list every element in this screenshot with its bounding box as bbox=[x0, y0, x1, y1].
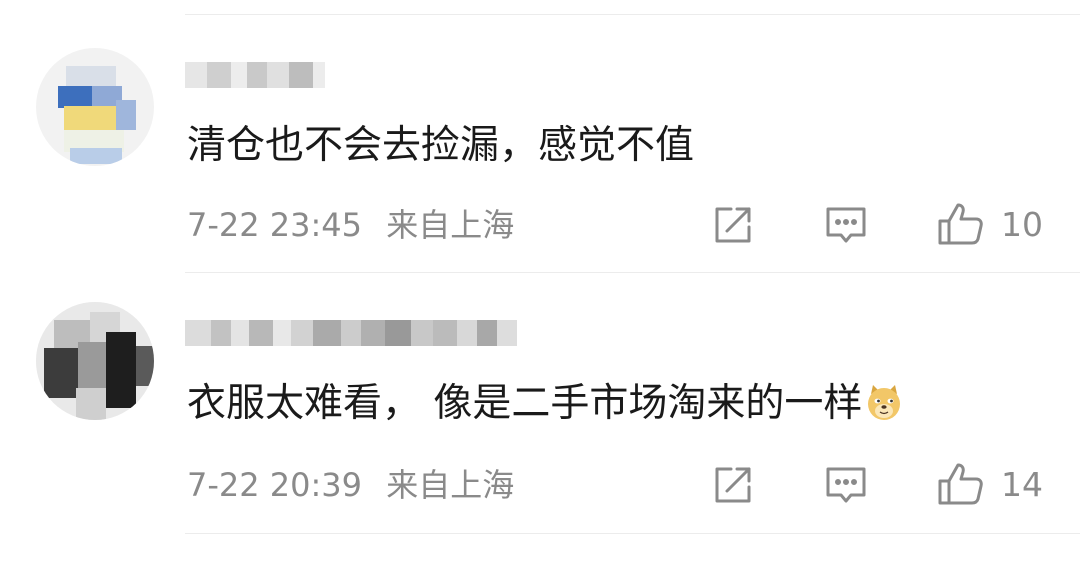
thumbs-up-icon[interactable] bbox=[936, 459, 984, 507]
reply-comment-icon[interactable] bbox=[822, 461, 870, 509]
divider bbox=[185, 533, 1080, 534]
avatar[interactable] bbox=[36, 302, 154, 420]
like-count: 14 bbox=[1001, 465, 1043, 504]
comment-meta: 7-22 20:39 来自上海 bbox=[187, 465, 514, 505]
comment-text-content: 衣服太难看， 像是二手市场淘来的一样 bbox=[187, 381, 863, 426]
comment-item: 衣服太难看， 像是二手市场淘来的一样 7-22 20:39 来自上海 14 bbox=[0, 0, 1080, 505]
comment-text: 衣服太难看， 像是二手市场淘来的一样 bbox=[187, 380, 904, 428]
share-icon[interactable] bbox=[709, 461, 757, 509]
doge-emoji-icon bbox=[864, 382, 904, 422]
divider bbox=[185, 272, 1080, 273]
comment-time: 7-22 20:39 bbox=[187, 466, 363, 504]
comment-location: 来自上海 bbox=[386, 466, 515, 504]
username[interactable] bbox=[185, 311, 517, 355]
